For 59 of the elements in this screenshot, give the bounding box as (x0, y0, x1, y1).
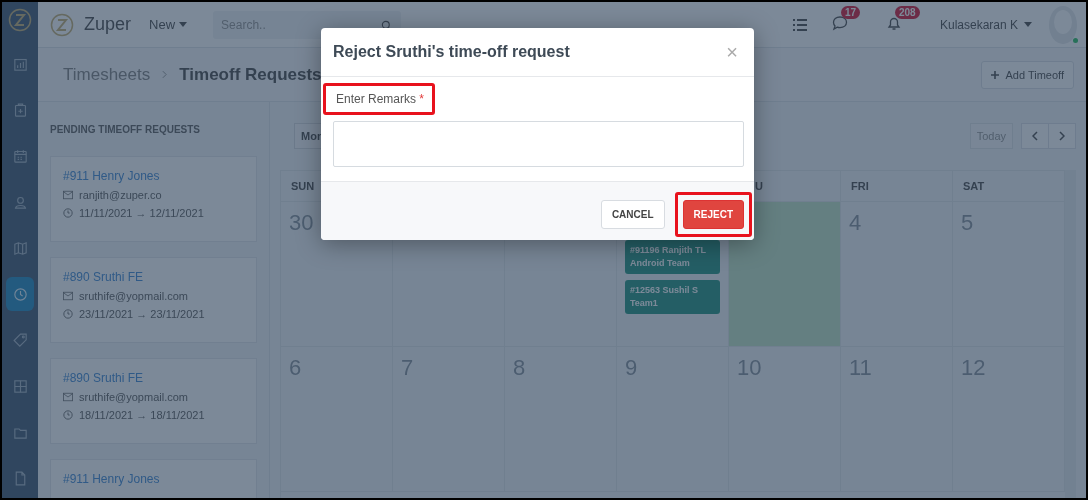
app-name: Zuper (84, 14, 132, 35)
weekday-label: FRI (851, 180, 869, 192)
mail-icon (63, 392, 73, 402)
mail-icon (63, 291, 73, 301)
clock-icon (63, 309, 73, 319)
request-card[interactable]: #911 Henry Jones ranjith@zuper.co 11/11/2021 → 12/11/2021 (50, 156, 257, 242)
request-card[interactable]: #890 Sruthi FE sruthife@yopmail.com 18/11/2021 → 18/11/2021 (50, 358, 257, 444)
new-menu[interactable]: New (141, 17, 196, 32)
tag-icon (11, 331, 29, 349)
request-card[interactable]: #890 Sruthi FE sruthife@yopmail.com 23/11/2021 → 23/11/2021 (50, 257, 257, 343)
weekday-label: SUN (291, 180, 315, 192)
list-icon[interactable] (791, 16, 808, 33)
map-icon (11, 239, 29, 257)
request-email: sruthife@yopmail.com (79, 391, 188, 403)
request-email: ranjith@zuper.co (79, 189, 162, 201)
chevron-right-icon (1059, 131, 1065, 141)
chevron-left-icon (1032, 131, 1038, 141)
reject-button[interactable]: REJECT (682, 200, 744, 229)
scrollbar[interactable] (1065, 170, 1076, 498)
add-timeoff-button[interactable]: Add Timeoff (980, 60, 1074, 89)
request-dates: 11/11/2021 → 12/11/2021 (79, 207, 204, 219)
clock-icon (63, 208, 73, 218)
chat-icon[interactable] (831, 14, 848, 31)
request-name-link[interactable]: #890 Sruthi FE (63, 270, 144, 284)
close-button[interactable]: × (722, 42, 742, 62)
caret-icon (179, 22, 188, 27)
event-chip[interactable]: #12563 Sushil S Team1 (625, 280, 720, 315)
logo-icon[interactable] (50, 12, 74, 37)
field-label: Enter Remarks * (323, 83, 436, 115)
section-title: PENDING TIMEOFF REQUESTS (50, 124, 201, 135)
clock-icon (63, 410, 73, 420)
event-chip[interactable]: #91196 Ranjith TL Android Team (625, 240, 720, 275)
request-card[interactable]: #911 Henry Jones (50, 459, 257, 498)
request-email: sruthife@yopmail.com (79, 290, 188, 302)
sidebar-item[interactable] (6, 277, 34, 311)
request-name-link[interactable]: #911 Henry Jones (63, 472, 160, 486)
mail-icon (63, 190, 73, 200)
request-dates: 23/11/2021 → 23/11/2021 (79, 308, 205, 320)
user-menu[interactable]: Kulasekaran K (933, 16, 1038, 33)
grid-icon (11, 377, 29, 395)
page-title: Timeoff Requests (179, 64, 322, 85)
clock-icon (11, 285, 29, 303)
weekday-label: U (755, 180, 763, 192)
caret-icon (1024, 22, 1032, 27)
avatar-icon[interactable] (1048, 4, 1078, 45)
notification-badge: 208 (894, 5, 920, 19)
calendar-icon (11, 147, 29, 165)
plus-icon (990, 70, 999, 79)
remarks-field[interactable] (333, 121, 744, 167)
cancel-button[interactable]: CANCEL (600, 200, 665, 229)
request-name-link[interactable]: #911 Henry Jones (63, 169, 160, 183)
dialog-title: Reject Sruthi's time-off request (333, 43, 570, 61)
logo-icon[interactable] (8, 8, 32, 32)
weekday-label: SAT (963, 180, 985, 192)
chevron-icon (162, 70, 168, 79)
request-dates: 18/11/2021 → 18/11/2021 (79, 409, 205, 421)
chat-badge: 17 (840, 5, 861, 19)
request-name-link[interactable]: #890 Sruthi FE (63, 371, 144, 385)
status-dot (1073, 37, 1078, 43)
